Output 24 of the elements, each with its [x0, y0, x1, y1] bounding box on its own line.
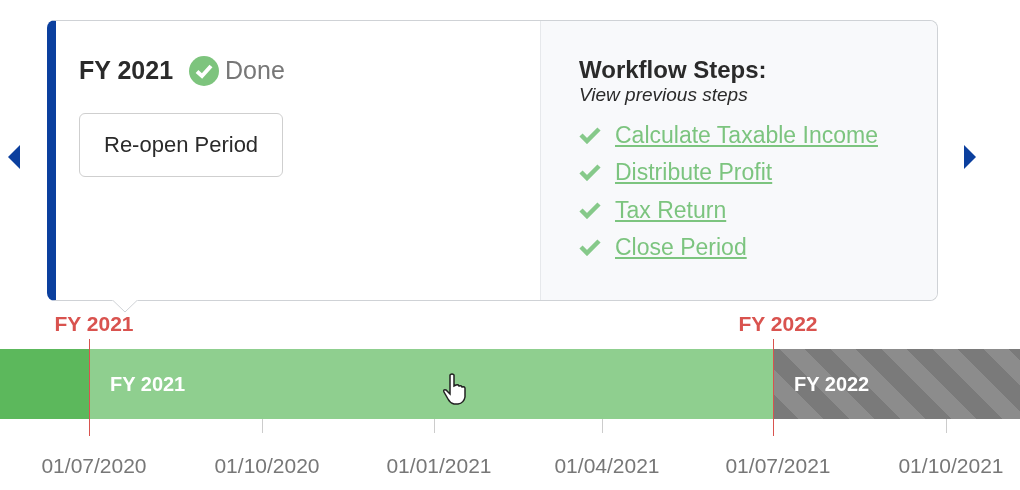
workflow-step-link[interactable]: Calculate Taxable Income [615, 117, 878, 152]
workflow-step-link[interactable]: Tax Return [615, 192, 727, 227]
next-button[interactable] [962, 143, 978, 171]
workflow-step-link[interactable]: Close Period [615, 230, 747, 265]
status-label: Done [225, 55, 285, 86]
date-label: 01/01/2021 [386, 453, 492, 479]
segment-label: FY 2022 [794, 372, 870, 397]
date-label: 01/10/2021 [898, 453, 1004, 479]
date-label: 01/07/2021 [725, 453, 831, 479]
previous-button[interactable] [6, 143, 22, 171]
period-marker-label: FY 2022 [738, 313, 818, 334]
date-label: 01/10/2020 [214, 453, 320, 479]
date-label: 01/04/2021 [554, 453, 660, 479]
re-open-period-button[interactable]: Re-open Period [79, 112, 284, 177]
date-label: 01/07/2020 [41, 453, 147, 479]
period-title: FY 2021 [79, 55, 174, 86]
workflow-subtitle: View previous steps [579, 84, 749, 106]
segment-label: FY 2021 [110, 372, 186, 397]
period-marker-label: FY 2021 [54, 313, 134, 334]
workflow-title: Workflow Steps: [579, 56, 768, 84]
timeline-segment[interactable]: FY 2021 [89, 349, 773, 419]
timeline-segment[interactable]: FY 2022 [773, 349, 1020, 419]
hand-cursor-icon [441, 372, 469, 406]
workflow-step-link[interactable]: Distribute Profit [615, 155, 773, 190]
